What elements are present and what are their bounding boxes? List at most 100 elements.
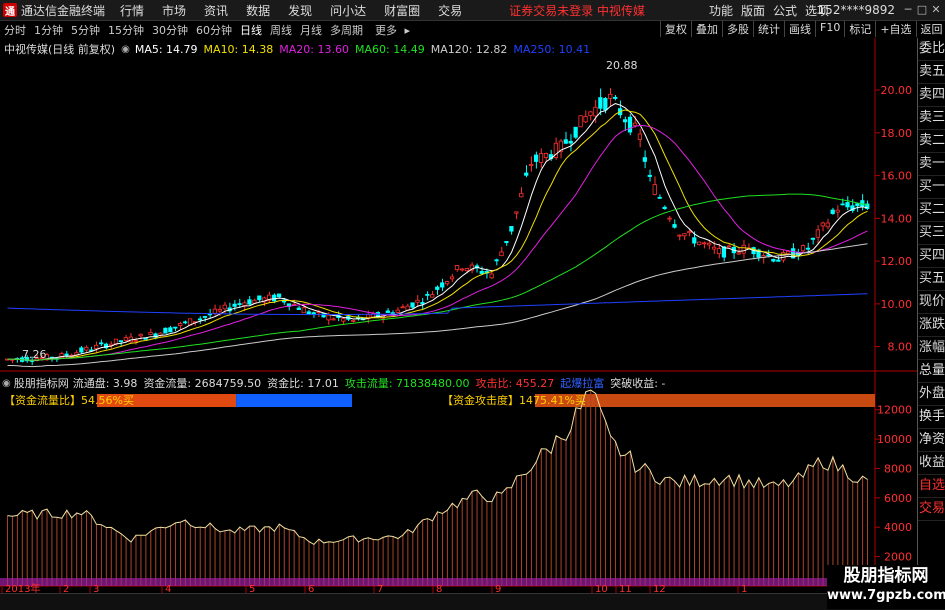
- side-ask4[interactable]: 卖四: [918, 84, 945, 107]
- tool-draw[interactable]: 画线: [784, 21, 815, 37]
- menu-ask[interactable]: 问小达: [321, 2, 375, 19]
- x-tick-label: 9: [495, 584, 501, 593]
- side-bid2[interactable]: 买二: [918, 199, 945, 222]
- period-multi[interactable]: 多周期: [326, 22, 367, 38]
- stock-title: 中视传媒(日线 前复权): [4, 43, 116, 56]
- candle-body: [183, 321, 188, 324]
- attack-ratio: 攻击比: 455.27: [475, 377, 555, 390]
- restore-icon[interactable]: □: [915, 0, 929, 20]
- tool-multi[interactable]: 多股: [722, 21, 753, 37]
- menu-layout[interactable]: 版面: [737, 2, 769, 19]
- period-30m[interactable]: 30分钟: [148, 22, 192, 38]
- minimize-icon[interactable]: ─: [901, 0, 915, 20]
- candle-body: [845, 202, 850, 208]
- candle-body: [84, 346, 89, 351]
- candle-body: [652, 184, 657, 195]
- period-1m[interactable]: 1分钟: [30, 22, 67, 38]
- candle-body: [637, 133, 643, 140]
- side-change[interactable]: 涨跌: [918, 314, 945, 337]
- candle-body: [133, 340, 138, 342]
- ma60-label: MA60: 14.49: [354, 42, 425, 56]
- menu-markets[interactable]: 市场: [153, 2, 195, 19]
- candle-body: [786, 251, 791, 255]
- indicator-header: ◉ 股朋指标网 流通盘: 3.98 资金流量: 2684759.50 资金比: …: [2, 375, 665, 391]
- candle-body: [766, 254, 771, 257]
- candle-body: [252, 299, 257, 304]
- chart-area[interactable]: 20.00 18.00 16.00 14.00 12.00 10.00 8.00 12000 1…: [0, 38, 917, 595]
- period-5m[interactable]: 5分钟: [67, 22, 104, 38]
- menu-formula[interactable]: 公式: [769, 2, 801, 19]
- candle-body: [632, 122, 638, 127]
- tool-overlay[interactable]: 叠加: [691, 21, 722, 37]
- candle-body: [143, 337, 148, 340]
- tool-add-favorite[interactable]: +自选: [875, 21, 915, 37]
- side-bid4[interactable]: 买四: [918, 245, 945, 268]
- tool-adjust[interactable]: 复权: [660, 21, 691, 37]
- side-ask2[interactable]: 卖二: [918, 130, 945, 153]
- side-change-pct[interactable]: 涨幅: [918, 337, 945, 360]
- side-bid5[interactable]: 买五: [918, 268, 945, 291]
- indicator-name[interactable]: 股朋指标网: [14, 375, 69, 391]
- candle-body: [504, 240, 509, 244]
- side-ask1[interactable]: 卖一: [918, 153, 945, 176]
- side-earnings[interactable]: 收益: [918, 452, 945, 475]
- user-phone[interactable]: 152****9892: [818, 0, 895, 20]
- tool-back[interactable]: 返回: [915, 21, 945, 37]
- side-favorite[interactable]: 自选: [918, 475, 945, 498]
- menu-news[interactable]: 资讯: [195, 2, 237, 19]
- candle-body: [667, 217, 672, 220]
- candle-body: [247, 299, 252, 305]
- side-ask5[interactable]: 卖五: [918, 61, 945, 84]
- candle-body: [217, 309, 222, 312]
- period-weekly[interactable]: 周线: [266, 22, 296, 38]
- toggle-icon[interactable]: ◉: [121, 44, 130, 55]
- side-bid1[interactable]: 买一: [918, 176, 945, 199]
- period-monthly[interactable]: 月线: [296, 22, 326, 38]
- tool-mark[interactable]: 标记: [844, 21, 875, 37]
- candle-body: [830, 209, 835, 214]
- close-icon[interactable]: ✕: [929, 0, 943, 20]
- period-more[interactable]: 更多 ▸: [367, 22, 414, 38]
- indicator-toggle-icon[interactable]: ◉: [2, 378, 11, 389]
- tool-f10[interactable]: F10: [815, 21, 844, 37]
- period-tick[interactable]: 分时: [0, 22, 30, 38]
- menu-wealth[interactable]: 财富圈: [375, 2, 429, 19]
- side-trade[interactable]: 交易: [918, 498, 945, 521]
- side-turnover[interactable]: 换手: [918, 406, 945, 429]
- side-net-assets[interactable]: 净资: [918, 429, 945, 452]
- candle-body: [168, 327, 173, 333]
- tool-stats[interactable]: 统计: [753, 21, 784, 37]
- period-15m[interactable]: 15分钟: [104, 22, 148, 38]
- candle-body: [489, 273, 494, 279]
- ma20-label: MA20: 13.60: [279, 42, 349, 56]
- candle-body: [351, 320, 356, 322]
- candle-body: [642, 157, 647, 162]
- candle-body: [578, 115, 583, 128]
- menu-data[interactable]: 数据: [237, 2, 279, 19]
- side-bid-ratio[interactable]: 委比: [918, 38, 945, 61]
- trade-login-notice[interactable]: 证券交易未登录 中视传媒: [509, 2, 645, 19]
- menu-market[interactable]: 行情: [111, 2, 153, 19]
- x-tick-label: 12: [653, 584, 666, 593]
- candle-body: [400, 306, 405, 309]
- period-60m[interactable]: 60分钟: [192, 22, 236, 38]
- kline-chart-svg[interactable]: 20.0018.0016.0014.0012.0010.008.00120001…: [0, 38, 917, 595]
- side-volume[interactable]: 总量: [918, 360, 945, 383]
- period-daily[interactable]: 日线: [236, 22, 266, 38]
- candle-body: [662, 206, 667, 210]
- side-outer-vol[interactable]: 外盘: [918, 383, 945, 406]
- watermark: 股朋指标网 www.7gpzb.com: [827, 565, 945, 609]
- ma250-label: MA250: 10.41: [513, 42, 591, 56]
- candle-body: [702, 242, 707, 245]
- side-ask3[interactable]: 卖三: [918, 107, 945, 130]
- menu-trade[interactable]: 交易: [429, 2, 471, 19]
- price-tick-label: 8.00: [888, 341, 913, 354]
- side-price[interactable]: 现价: [918, 291, 945, 314]
- price-tick-label: 16.00: [881, 170, 913, 183]
- watermark-url: www.7gpzb.com: [827, 588, 945, 603]
- candle-body: [138, 333, 143, 337]
- candle-body: [697, 241, 702, 246]
- side-bid3[interactable]: 买三: [918, 222, 945, 245]
- menu-discover[interactable]: 发现: [279, 2, 321, 19]
- menu-function[interactable]: 功能: [705, 2, 737, 19]
